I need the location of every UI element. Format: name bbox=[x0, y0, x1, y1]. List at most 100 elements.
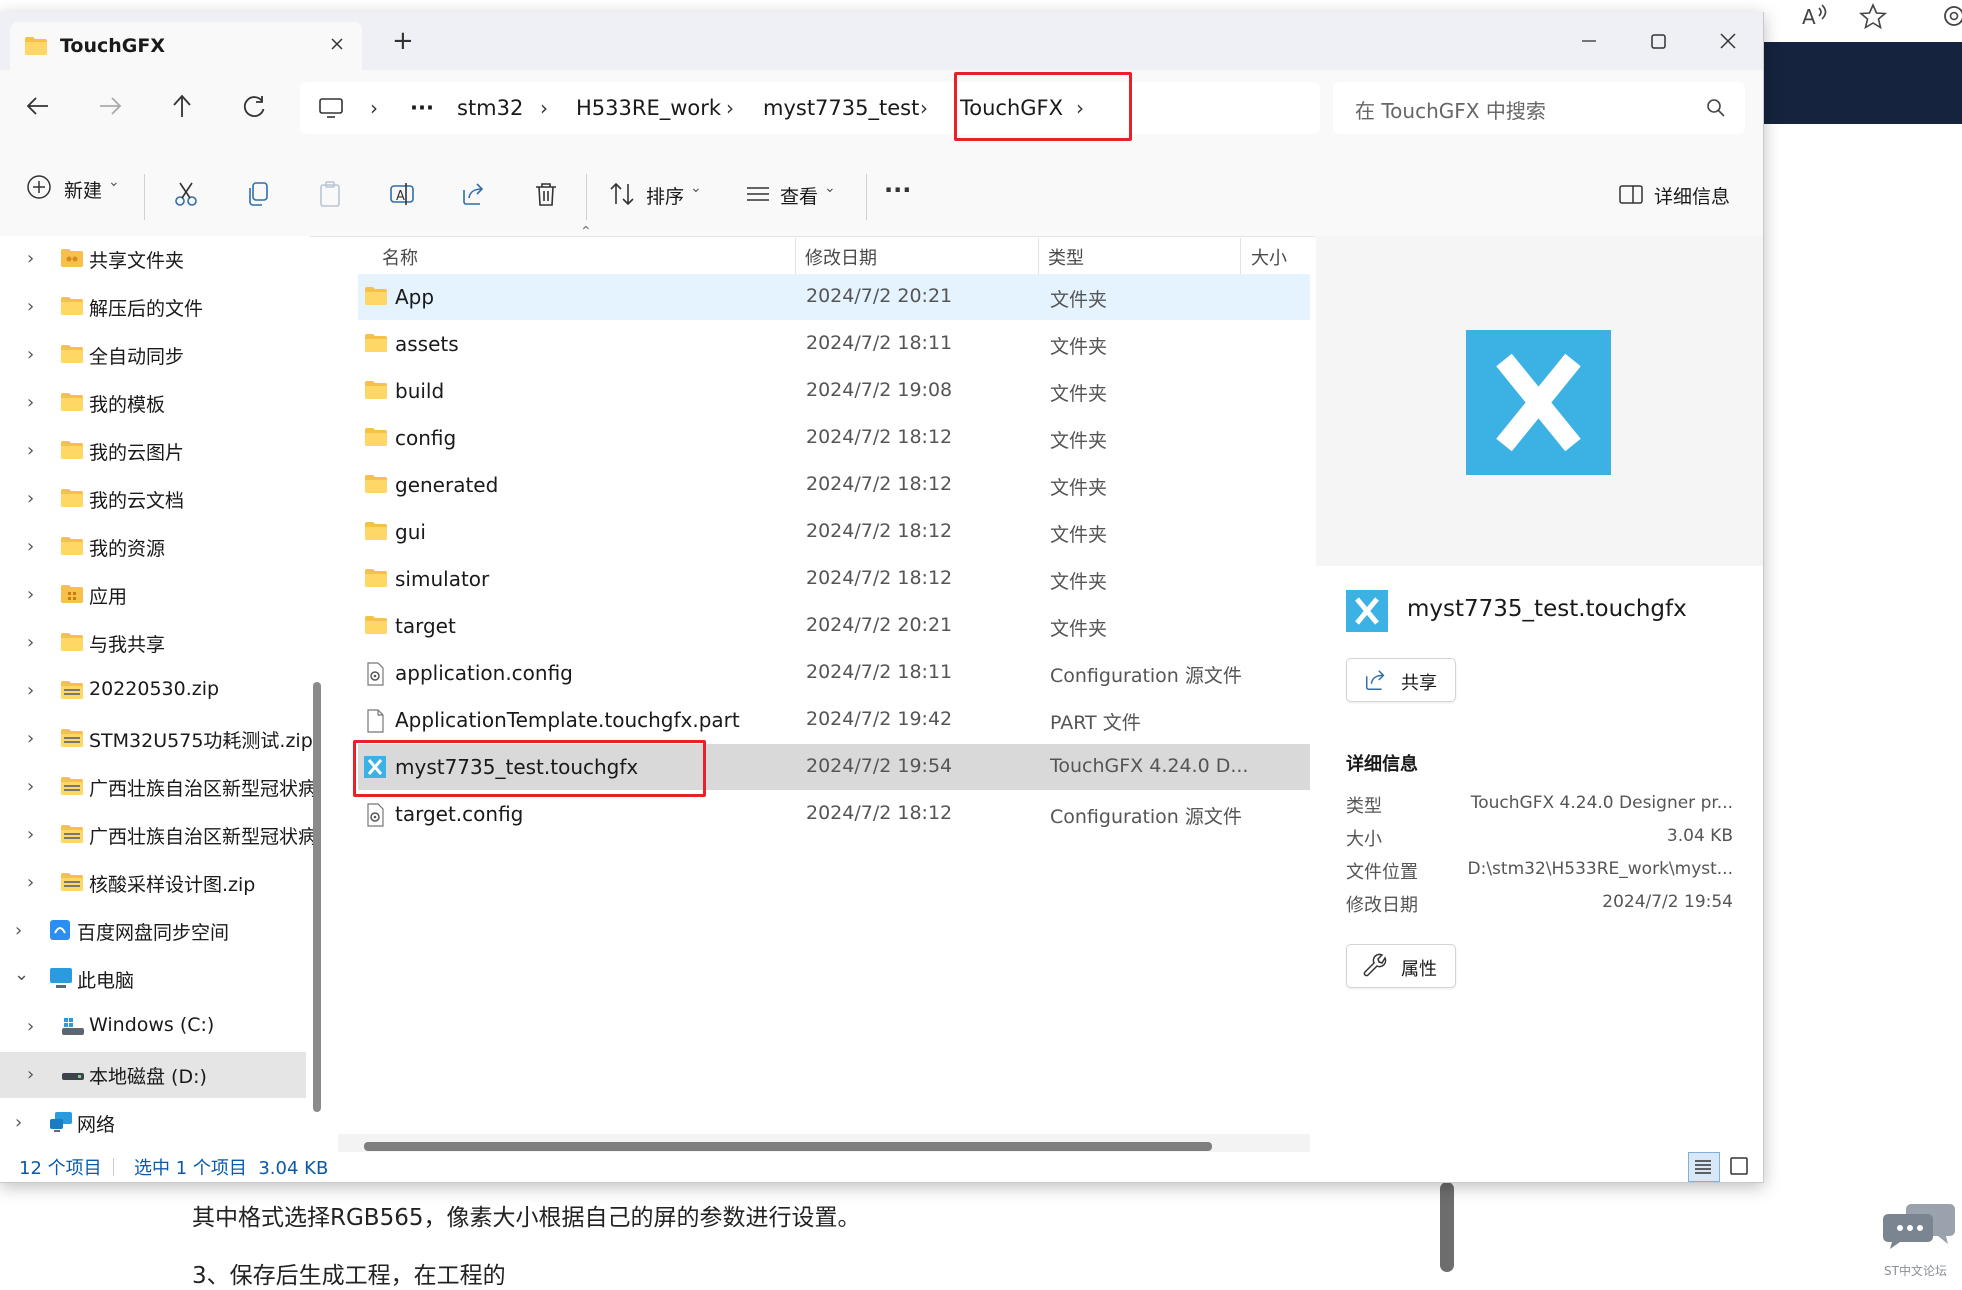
file-row-config[interactable]: config 2024/7/2 18:12 文件夹 bbox=[358, 415, 1310, 461]
chevron-right-icon[interactable]: › bbox=[726, 82, 734, 134]
breadcrumb-item-myst7735-test[interactable]: myst7735_test bbox=[763, 82, 919, 134]
favorite-star-icon[interactable] bbox=[1858, 2, 1888, 30]
search-box[interactable]: 在 TouchGFX 中搜索 bbox=[1333, 82, 1745, 134]
chevron-right-icon[interactable]: › bbox=[540, 82, 548, 134]
read-aloud-icon[interactable]: A bbox=[1800, 2, 1830, 30]
column-divider[interactable] bbox=[1240, 238, 1241, 278]
tab-close-icon[interactable] bbox=[328, 35, 346, 53]
tab-touchgfx[interactable]: TouchGFX bbox=[10, 22, 362, 72]
sidebar-item-zip-sampling[interactable]: › 核酸采样设计图.zip bbox=[0, 860, 306, 906]
sidebar-scrollbar[interactable] bbox=[313, 682, 321, 1112]
chevron-right-icon[interactable]: › bbox=[27, 680, 34, 701]
share-icon[interactable] bbox=[460, 180, 488, 208]
close-button[interactable] bbox=[1711, 24, 1745, 58]
column-divider[interactable] bbox=[1038, 238, 1039, 278]
sidebar-item-apps[interactable]: › 应用 bbox=[0, 572, 306, 618]
more-options-button[interactable]: ··· bbox=[884, 176, 911, 204]
chevron-right-icon[interactable]: › bbox=[27, 296, 34, 317]
breadcrumb-item-h533re-work[interactable]: H533RE_work bbox=[576, 82, 721, 134]
breadcrumb[interactable]: › ··· stm32 › H533RE_work › myst7735_tes… bbox=[300, 82, 1320, 134]
sidebar-item-zip-guangxi-1[interactable]: › 广西壮族自治区新型冠状病 bbox=[0, 764, 317, 810]
forward-arrow-icon[interactable] bbox=[96, 94, 124, 118]
file-row-target-config[interactable]: target.config 2024/7/2 18:12 Configurati… bbox=[358, 791, 1310, 837]
properties-button[interactable]: 属性 bbox=[1346, 944, 1456, 988]
file-row-generated[interactable]: generated 2024/7/2 18:12 文件夹 bbox=[358, 462, 1310, 508]
file-row-simulator[interactable]: simulator 2024/7/2 18:12 文件夹 bbox=[358, 556, 1310, 602]
breadcrumb-item-stm32[interactable]: stm32 bbox=[457, 82, 523, 134]
sidebar-item-extracted-files[interactable]: › 解压后的文件 bbox=[0, 284, 306, 330]
chevron-right-icon[interactable]: › bbox=[27, 776, 34, 797]
forum-chat-icon[interactable] bbox=[1882, 1200, 1956, 1250]
column-header-date[interactable]: 修改日期 bbox=[805, 244, 877, 270]
details-view-icon[interactable] bbox=[1688, 1152, 1720, 1182]
file-row-app[interactable]: App 2024/7/2 20:21 文件夹 bbox=[358, 274, 1310, 320]
large-icons-view-icon[interactable] bbox=[1726, 1153, 1752, 1179]
share-button[interactable]: 共享 bbox=[1346, 658, 1456, 702]
chevron-right-icon[interactable]: › bbox=[27, 536, 34, 557]
sidebar-item-windows-c[interactable]: › Windows (C:) bbox=[0, 1004, 306, 1050]
file-row-assets[interactable]: assets 2024/7/2 18:11 文件夹 bbox=[358, 321, 1310, 367]
up-arrow-icon[interactable] bbox=[168, 92, 196, 120]
column-header-name[interactable]: 名称 bbox=[382, 244, 418, 270]
chevron-right-icon[interactable]: › bbox=[27, 488, 34, 509]
sidebar-item-zip-stm32u575[interactable]: › STM32U575功耗测试.zip bbox=[0, 716, 313, 762]
file-row-build[interactable]: build 2024/7/2 19:08 文件夹 bbox=[358, 368, 1310, 414]
new-button[interactable]: 新建 ⌄ bbox=[24, 168, 124, 208]
chevron-right-icon[interactable]: › bbox=[920, 82, 928, 134]
delete-icon[interactable] bbox=[532, 180, 560, 208]
sidebar-item-baidu-sync[interactable]: › 百度网盘同步空间 bbox=[0, 908, 306, 954]
refresh-icon[interactable] bbox=[240, 93, 268, 121]
file-row-template-part[interactable]: ApplicationTemplate.touchgfx.part 2024/7… bbox=[358, 697, 1310, 743]
page-scrollbar[interactable] bbox=[1440, 1182, 1454, 1272]
column-header-size[interactable]: 大小 bbox=[1251, 244, 1287, 270]
copy-icon[interactable] bbox=[244, 180, 272, 208]
breadcrumb-overflow[interactable]: ··· bbox=[410, 82, 434, 134]
chevron-right-icon[interactable]: › bbox=[27, 584, 34, 605]
chevron-right-icon[interactable]: › bbox=[27, 1016, 34, 1037]
sidebar-item-network[interactable]: › 网络 bbox=[0, 1100, 306, 1146]
this-pc-monitor-icon[interactable] bbox=[318, 96, 344, 120]
cut-icon[interactable] bbox=[172, 180, 200, 208]
chevron-right-icon[interactable]: › bbox=[27, 440, 34, 461]
search-icon[interactable] bbox=[1705, 97, 1727, 119]
chevron-right-icon[interactable]: › bbox=[15, 920, 22, 941]
chevron-right-icon[interactable]: › bbox=[27, 1064, 34, 1085]
sort-button[interactable]: 排序 ⌄ bbox=[608, 180, 708, 210]
sidebar-item-zip-20220530[interactable]: › 20220530.zip bbox=[0, 668, 306, 714]
chevron-right-icon[interactable]: › bbox=[27, 872, 34, 893]
column-divider[interactable] bbox=[795, 238, 796, 278]
view-button[interactable]: 查看 ⌄ bbox=[744, 180, 844, 210]
chevron-right-icon[interactable]: › bbox=[27, 392, 34, 413]
sidebar-item-cloud-pictures[interactable]: › 我的云图片 bbox=[0, 428, 306, 474]
rename-icon[interactable]: A bbox=[388, 180, 416, 208]
chevron-right-icon[interactable]: › bbox=[27, 248, 34, 269]
sidebar-item-auto-sync[interactable]: › 全自动同步 bbox=[0, 332, 306, 378]
file-row-application-config[interactable]: application.config 2024/7/2 18:11 Config… bbox=[358, 650, 1310, 696]
new-tab-button[interactable]: + bbox=[392, 26, 414, 56]
extensions-gear-icon[interactable] bbox=[1940, 2, 1962, 30]
maximize-button[interactable] bbox=[1641, 24, 1675, 58]
sidebar-item-local-d[interactable]: › 本地磁盘 (D:) bbox=[0, 1052, 306, 1098]
sidebar-item-resources[interactable]: › 我的资源 bbox=[0, 524, 306, 570]
minimize-button[interactable] bbox=[1572, 24, 1606, 58]
file-row-target[interactable]: target 2024/7/2 20:21 文件夹 bbox=[358, 603, 1310, 649]
sidebar-item-zip-guangxi-2[interactable]: › 广西壮族自治区新型冠状病 bbox=[0, 812, 317, 858]
sidebar-item-shared-folder[interactable]: › 共享文件夹 bbox=[0, 236, 306, 282]
details-pane-button[interactable]: 详细信息 bbox=[1618, 180, 1738, 210]
back-arrow-icon[interactable] bbox=[24, 94, 52, 118]
chevron-right-icon[interactable]: › bbox=[27, 632, 34, 653]
chevron-right-icon[interactable]: › bbox=[27, 824, 34, 845]
sidebar-item-shared-with-me[interactable]: › 与我共享 bbox=[0, 620, 306, 666]
paste-icon[interactable] bbox=[316, 180, 344, 208]
sidebar-item-templates[interactable]: › 我的模板 bbox=[0, 380, 306, 426]
chevron-right-icon[interactable]: › bbox=[27, 728, 34, 749]
chevron-right-icon[interactable]: › bbox=[370, 82, 378, 134]
column-header-type[interactable]: 类型 bbox=[1048, 244, 1084, 270]
chevron-down-icon[interactable]: ⌄ bbox=[14, 964, 29, 985]
chevron-right-icon[interactable]: › bbox=[27, 344, 34, 365]
sidebar-item-cloud-documents[interactable]: › 我的云文档 bbox=[0, 476, 306, 522]
file-row-gui[interactable]: gui 2024/7/2 18:12 文件夹 bbox=[358, 509, 1310, 555]
chevron-right-icon[interactable]: › bbox=[15, 1112, 22, 1133]
horizontal-scrollbar[interactable] bbox=[364, 1142, 1212, 1151]
sidebar-item-this-pc[interactable]: ⌄ 此电脑 bbox=[0, 956, 306, 1002]
